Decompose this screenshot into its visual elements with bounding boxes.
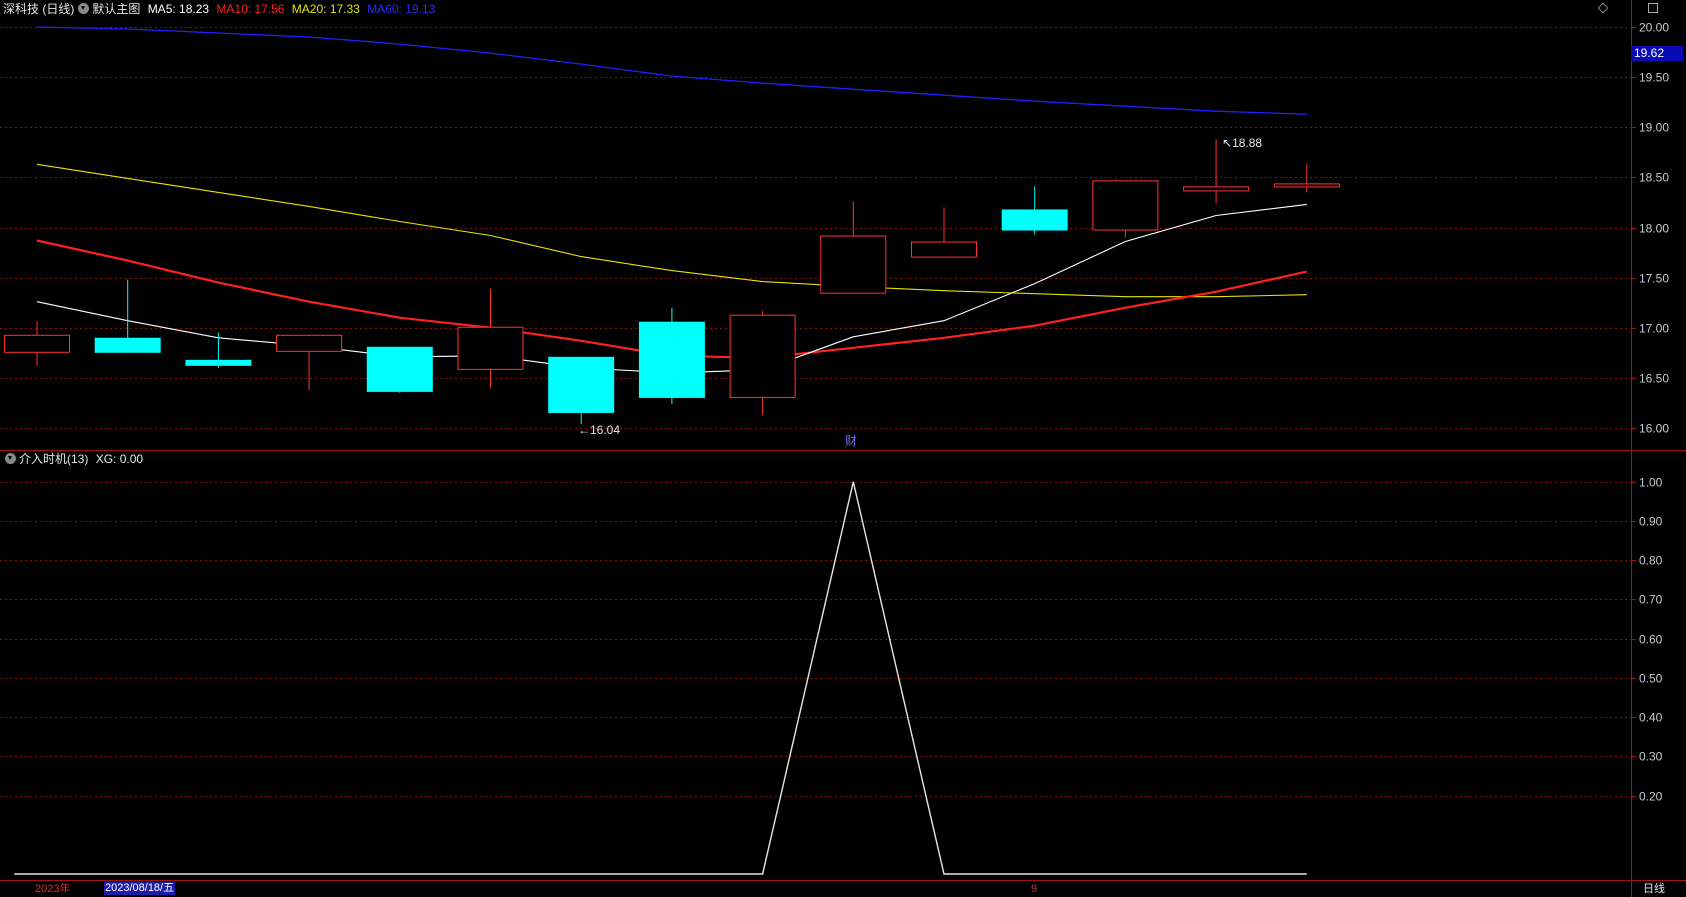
price-tick-label: 20.00	[1639, 21, 1669, 35]
candle	[1273, 163, 1340, 193]
price-tick-label: 17.00	[1639, 322, 1669, 336]
candle-body-down	[1001, 209, 1068, 231]
chart-canvas[interactable]: 20.00 19.50 19.00 18.50 18.00 17.50 17.00 16.50…	[0, 0, 1686, 897]
indicator-name[interactable]: 介入时机(13)	[19, 452, 88, 466]
indicator-line	[14, 481, 1307, 875]
ma5-value: MA5: 18.23	[147, 2, 210, 16]
candle-body-down	[638, 321, 705, 398]
year-label: 2023年	[35, 883, 71, 895]
candle	[185, 332, 252, 368]
indicator-dropdown-icon[interactable]	[5, 453, 16, 464]
candle-body-down	[185, 359, 252, 366]
indicator-header: 介入时机(13) XG: 0.00	[3, 452, 143, 466]
xg-value: XG: 0.00	[95, 452, 144, 466]
stock-chart-window[interactable]: 20.00 19.50 19.00 18.50 18.00 17.50 17.00 16.50…	[0, 0, 1686, 897]
price-tick-label: 19.00	[1639, 121, 1669, 135]
restore-window-icon[interactable]	[1648, 3, 1658, 13]
price-tick-label: 17.50	[1639, 272, 1669, 286]
indicator-tick-label: 0.30	[1639, 750, 1663, 764]
candle	[457, 288, 524, 388]
indicator-tick-label: 0.40	[1639, 711, 1663, 725]
candle	[548, 356, 615, 424]
candle-body-down	[94, 337, 161, 353]
low-arrow-icon: ←	[578, 423, 590, 437]
indicator-tick-label: 0.80	[1639, 554, 1663, 568]
indicator-tick-label: 0.90	[1639, 515, 1663, 529]
candle-body-up	[1183, 186, 1250, 192]
template-dropdown-icon[interactable]	[78, 3, 90, 14]
candle-body-up	[820, 235, 887, 294]
price-tick-label: 16.00	[1639, 422, 1669, 436]
candle-body-up	[457, 326, 524, 370]
current-date-label: 2023/08/18/五	[104, 882, 176, 895]
candle	[638, 307, 705, 404]
candle-body-up	[4, 334, 70, 353]
candle-body-down	[548, 356, 615, 413]
indicator-tick-label: 0.50	[1639, 672, 1663, 686]
candle	[366, 346, 433, 393]
candle-body-up	[1273, 183, 1340, 188]
low-price-value: 16.04	[590, 423, 621, 437]
high-price-label: ↖18.88	[1222, 137, 1262, 150]
indicator-tick-label: 1.00	[1639, 476, 1663, 490]
high-price-value: 18.88	[1232, 136, 1263, 150]
period-label[interactable]: 日线	[1643, 883, 1665, 896]
main-chart-header: 深科技 (日线) 默认主图 MA5: 18.23 MA10: 17.56 MA20…	[3, 2, 435, 16]
price-tick-label: 18.50	[1639, 171, 1669, 185]
price-tick-label: 19.50	[1639, 71, 1669, 85]
candle	[820, 201, 887, 294]
financial-report-marker[interactable]: 财	[845, 435, 857, 448]
ma60-line	[36, 26, 1307, 115]
month-label: 9	[1031, 883, 1038, 895]
price-tick-label: 18.00	[1639, 222, 1669, 236]
candle-body-up	[911, 241, 977, 258]
candle-body-up	[729, 314, 796, 398]
candle	[911, 207, 977, 258]
indicator-tick-label: 0.60	[1639, 633, 1663, 647]
candle-body-up	[276, 334, 343, 352]
template-name[interactable]: 默认主图	[92, 2, 140, 16]
price-tick-label: 16.50	[1639, 372, 1669, 386]
candle	[276, 334, 343, 390]
low-price-label: ←16.04	[578, 424, 620, 437]
candle-body-up	[1092, 180, 1159, 231]
ma10-value: MA10: 17.56	[216, 2, 285, 16]
candle	[729, 310, 796, 415]
indicator-tick-label: 0.20	[1639, 790, 1663, 804]
ma20-value: MA20: 17.33	[291, 2, 360, 16]
candle	[1092, 180, 1159, 238]
last-price-tag: 19.62	[1631, 46, 1683, 61]
stock-title: 深科技 (日线)	[3, 2, 75, 16]
ma60-value: MA60: 19.13	[367, 2, 436, 16]
candle-body-down	[366, 346, 433, 392]
candle	[1001, 186, 1068, 235]
indicator-tick-label: 0.70	[1639, 593, 1663, 607]
candle	[4, 320, 70, 366]
high-arrow-icon: ↖	[1222, 136, 1233, 150]
